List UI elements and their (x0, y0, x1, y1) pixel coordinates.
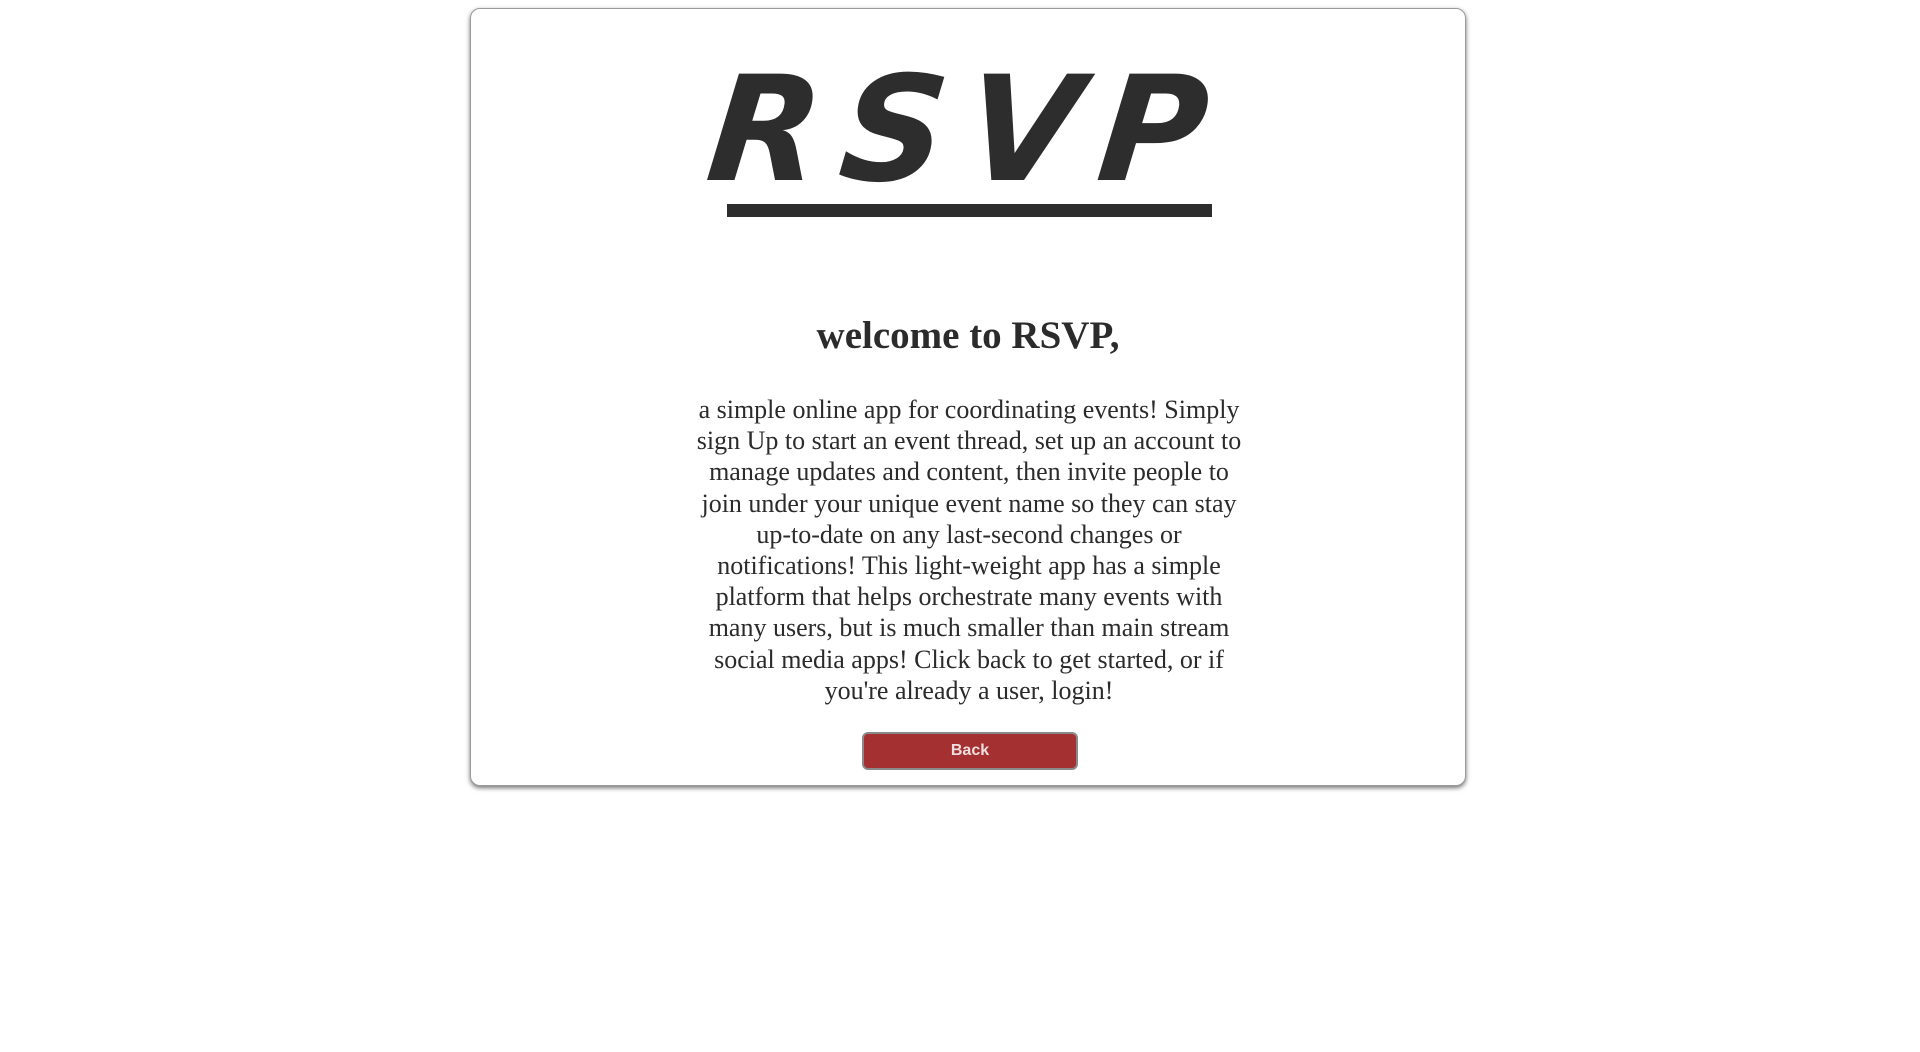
welcome-heading: welcome to RSVP, (816, 314, 1120, 357)
logo-underline (727, 204, 1212, 217)
rsvp-logo: RSVP (700, 45, 1236, 215)
app-description: a simple online app for coordinating eve… (696, 395, 1242, 705)
back-button[interactable]: Back (862, 732, 1078, 770)
about-card: RSVP welcome to RSVP, a simple online ap… (470, 8, 1466, 786)
